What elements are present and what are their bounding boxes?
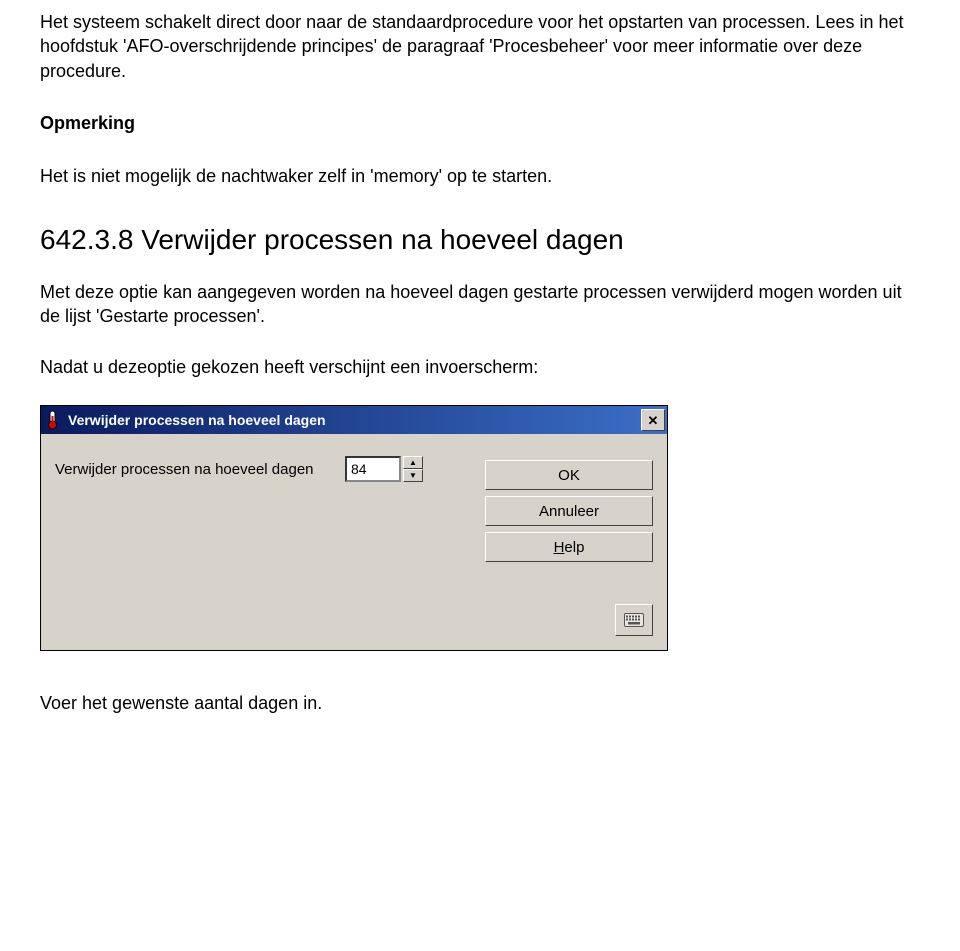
section-heading: 642.3.8 Verwijder processen na hoeveel d… <box>40 224 920 256</box>
close-button[interactable]: ✕ <box>641 409 665 431</box>
help-button[interactable]: Help <box>485 532 653 562</box>
section-paragraph-3: Voer het gewenste aantal dagen in. <box>40 691 920 715</box>
dialog-titlebar[interactable]: Verwijder processen na hoeveel dagen ✕ <box>41 406 667 434</box>
section-paragraph-1: Met deze optie kan aangegeven worden na … <box>40 280 920 329</box>
ok-button[interactable]: OK <box>485 460 653 490</box>
chevron-up-icon: ▲ <box>409 459 417 467</box>
days-label: Verwijder processen na hoeveel dagen <box>55 461 345 478</box>
help-button-label: Help <box>554 539 585 556</box>
thermometer-icon <box>44 410 62 430</box>
dialog-title: Verwijder processen na hoeveel dagen <box>68 412 641 428</box>
spin-up-button[interactable]: ▲ <box>403 456 423 469</box>
chevron-down-icon: ▼ <box>409 472 417 480</box>
ok-button-label: OK <box>558 467 580 484</box>
days-input[interactable] <box>345 456 401 482</box>
keyboard-icon <box>624 613 644 627</box>
cancel-button-label: Annuleer <box>539 503 599 520</box>
cancel-button[interactable]: Annuleer <box>485 496 653 526</box>
dialog-window: Verwijder processen na hoeveel dagen ✕ V… <box>40 405 668 651</box>
intro-paragraph: Het systeem schakelt direct door naar de… <box>40 10 920 83</box>
section-paragraph-2: Nadat u dezeoptie gekozen heeft verschij… <box>40 355 920 379</box>
note-heading: Opmerking <box>40 113 920 134</box>
close-icon: ✕ <box>648 414 659 427</box>
days-stepper[interactable]: ▲ ▼ <box>345 456 423 482</box>
spin-down-button[interactable]: ▼ <box>403 469 423 482</box>
note-text: Het is niet mogelijk de nachtwaker zelf … <box>40 164 920 188</box>
keyboard-button[interactable] <box>615 604 653 636</box>
